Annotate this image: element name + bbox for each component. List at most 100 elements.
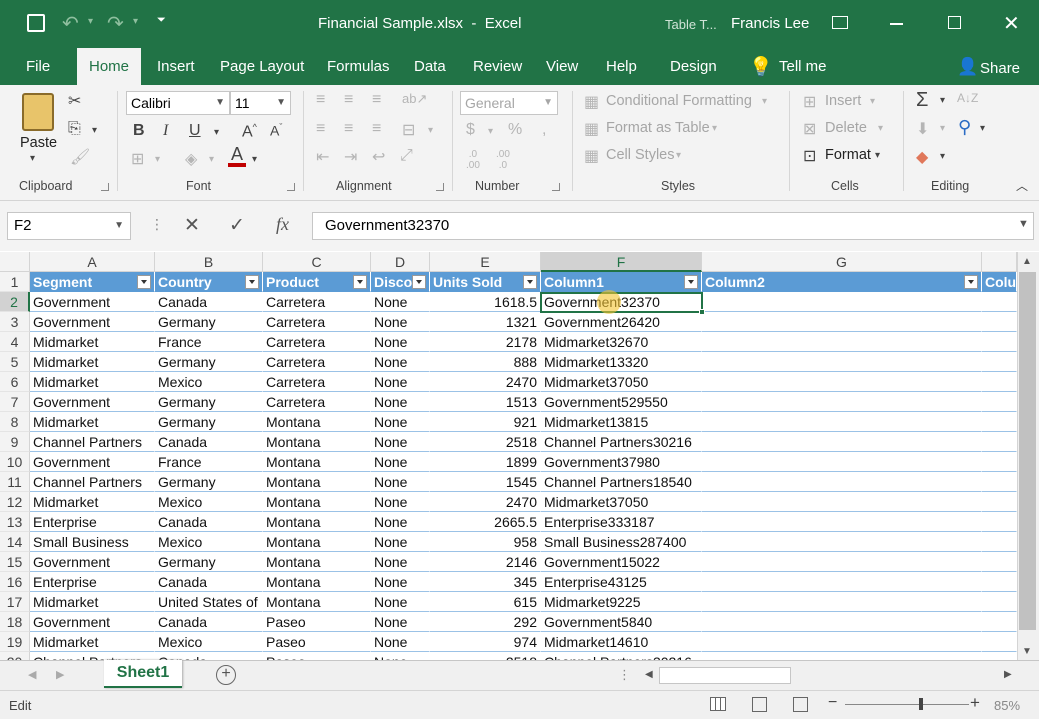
sheet-prev-icon[interactable]: ◀ — [28, 668, 36, 681]
scroll-up-icon[interactable]: ▲ — [1022, 256, 1032, 267]
redo-dropdown-icon[interactable]: ▾ — [133, 16, 138, 27]
cell-column1[interactable]: Channel Partners30216 — [541, 652, 702, 660]
cell-country[interactable]: France — [155, 452, 263, 472]
cell-units-sold[interactable]: 2665.5 — [430, 512, 541, 532]
cell-column1[interactable]: Channel Partners18540 — [541, 472, 702, 492]
horizontal-scroll-thumb[interactable] — [659, 667, 791, 684]
cell-country[interactable]: Mexico — [155, 632, 263, 652]
cell-empty[interactable] — [982, 592, 1017, 612]
row-header[interactable]: 2 — [0, 292, 30, 312]
underline-icon[interactable]: U — [189, 122, 201, 140]
align-center-icon[interactable]: ≡ — [344, 120, 353, 138]
cell-column1[interactable]: Government37980 — [541, 452, 702, 472]
cell-empty[interactable] — [982, 652, 1017, 660]
clipboard-launcher-icon[interactable] — [101, 183, 109, 191]
filter-dropdown-icon[interactable] — [523, 275, 537, 289]
align-bottom-icon[interactable]: ≡ — [372, 91, 381, 109]
cell-segment[interactable]: Government — [30, 612, 155, 632]
cell-empty[interactable] — [702, 372, 982, 392]
number-format-dropdown[interactable]: General ▼ — [460, 91, 558, 115]
fill-handle[interactable] — [699, 309, 705, 315]
cell-empty[interactable] — [702, 572, 982, 592]
cell-discount[interactable]: None — [371, 352, 430, 372]
bold-icon[interactable]: B — [133, 122, 145, 140]
cell-empty[interactable] — [982, 572, 1017, 592]
cell-units-sold[interactable]: 2146 — [430, 552, 541, 572]
hscroll-right-icon[interactable]: ▶ — [1004, 669, 1012, 680]
cell-product[interactable]: Montana — [263, 572, 371, 592]
cell-empty[interactable] — [982, 632, 1017, 652]
row-header[interactable]: 8 — [0, 412, 30, 432]
column-header-c[interactable]: C — [263, 252, 371, 272]
cell-country[interactable]: Canada — [155, 292, 263, 312]
cell-product[interactable]: Montana — [263, 472, 371, 492]
row-header[interactable]: 5 — [0, 352, 30, 372]
percent-icon[interactable]: % — [508, 121, 522, 139]
zoom-level[interactable]: 85% — [994, 698, 1020, 713]
cell-discount[interactable]: None — [371, 292, 430, 312]
cell-country[interactable]: Germany — [155, 552, 263, 572]
row-header[interactable]: 19 — [0, 632, 30, 652]
sort-filter-icon[interactable]: A↓Z — [957, 91, 978, 105]
row-header[interactable]: 9 — [0, 432, 30, 452]
cell-segment[interactable]: Channel Partners — [30, 432, 155, 452]
clear-dropdown-icon[interactable]: ▾ — [940, 151, 945, 162]
format-as-table-icon[interactable]: ▦ — [584, 119, 599, 139]
name-box[interactable]: F2 ▼ — [7, 212, 131, 240]
align-right-icon[interactable]: ≡ — [372, 120, 381, 138]
row-header[interactable]: 20 — [0, 652, 30, 660]
cell-empty[interactable] — [702, 452, 982, 472]
borders-dropdown-icon[interactable]: ▾ — [155, 154, 160, 165]
cell-empty[interactable] — [702, 392, 982, 412]
cell-product[interactable]: Montana — [263, 532, 371, 552]
cell-empty[interactable] — [982, 452, 1017, 472]
filter-dropdown-icon[interactable] — [353, 275, 367, 289]
increase-font-icon[interactable]: A^ — [242, 122, 257, 141]
paste-button[interactable]: Paste — [20, 135, 57, 151]
column-header-f[interactable]: F — [541, 252, 702, 272]
cell-country[interactable]: United States of — [155, 592, 263, 612]
row-header[interactable]: 1 — [0, 272, 30, 292]
cell-units-sold[interactable]: 2470 — [430, 492, 541, 512]
cell-segment[interactable]: Small Business — [30, 532, 155, 552]
cell-styles-button[interactable]: Cell Styles — [606, 147, 675, 163]
cell-column1[interactable]: Midmarket14610 — [541, 632, 702, 652]
row-header[interactable]: 11 — [0, 472, 30, 492]
cell-segment[interactable]: Midmarket — [30, 592, 155, 612]
ribbon-display-options-icon[interactable] — [832, 16, 848, 29]
cell-empty[interactable] — [982, 412, 1017, 432]
tab-review[interactable]: Review — [473, 48, 522, 85]
comma-style-icon[interactable]: , — [542, 121, 546, 139]
cell-segment[interactable]: Government — [30, 552, 155, 572]
cell-country[interactable]: Germany — [155, 412, 263, 432]
cell-product[interactable]: Carretera — [263, 292, 371, 312]
cell-country[interactable]: Canada — [155, 652, 263, 660]
normal-view-icon[interactable] — [710, 697, 726, 711]
cell-product[interactable]: Carretera — [263, 312, 371, 332]
cell-units-sold[interactable]: 958 — [430, 532, 541, 552]
cell-segment[interactable]: Midmarket — [30, 632, 155, 652]
cell-column1[interactable]: Government26420 — [541, 312, 702, 332]
cell-units-sold[interactable]: 1545 — [430, 472, 541, 492]
tell-me-search[interactable]: Tell me — [779, 48, 827, 85]
cell-units-sold[interactable]: 1321 — [430, 312, 541, 332]
cell-discount[interactable]: None — [371, 532, 430, 552]
cell-product[interactable]: Montana — [263, 492, 371, 512]
autosum-icon[interactable]: Σ — [916, 89, 928, 112]
expand-formula-bar-icon[interactable]: ▼ — [1018, 218, 1029, 230]
column-header-h[interactable] — [982, 252, 1017, 272]
row-header[interactable]: 7 — [0, 392, 30, 412]
cell-column1[interactable]: Enterprise333187 — [541, 512, 702, 532]
cell-segment[interactable]: Midmarket — [30, 332, 155, 352]
cell-product[interactable]: Montana — [263, 552, 371, 572]
cell-segment[interactable]: Government — [30, 292, 155, 312]
cell-discount[interactable]: None — [371, 372, 430, 392]
cell-product[interactable]: Paseo — [263, 652, 371, 660]
fill-color-dropdown-icon[interactable]: ▾ — [209, 154, 214, 165]
row-header[interactable]: 17 — [0, 592, 30, 612]
cell-segment[interactable]: Channel Partners — [30, 652, 155, 660]
cell-country[interactable]: Germany — [155, 472, 263, 492]
cell-empty[interactable] — [702, 612, 982, 632]
decrease-decimal-icon[interactable]: .00.0 — [496, 149, 510, 171]
currency-dropdown-icon[interactable]: ▾ — [488, 126, 493, 137]
